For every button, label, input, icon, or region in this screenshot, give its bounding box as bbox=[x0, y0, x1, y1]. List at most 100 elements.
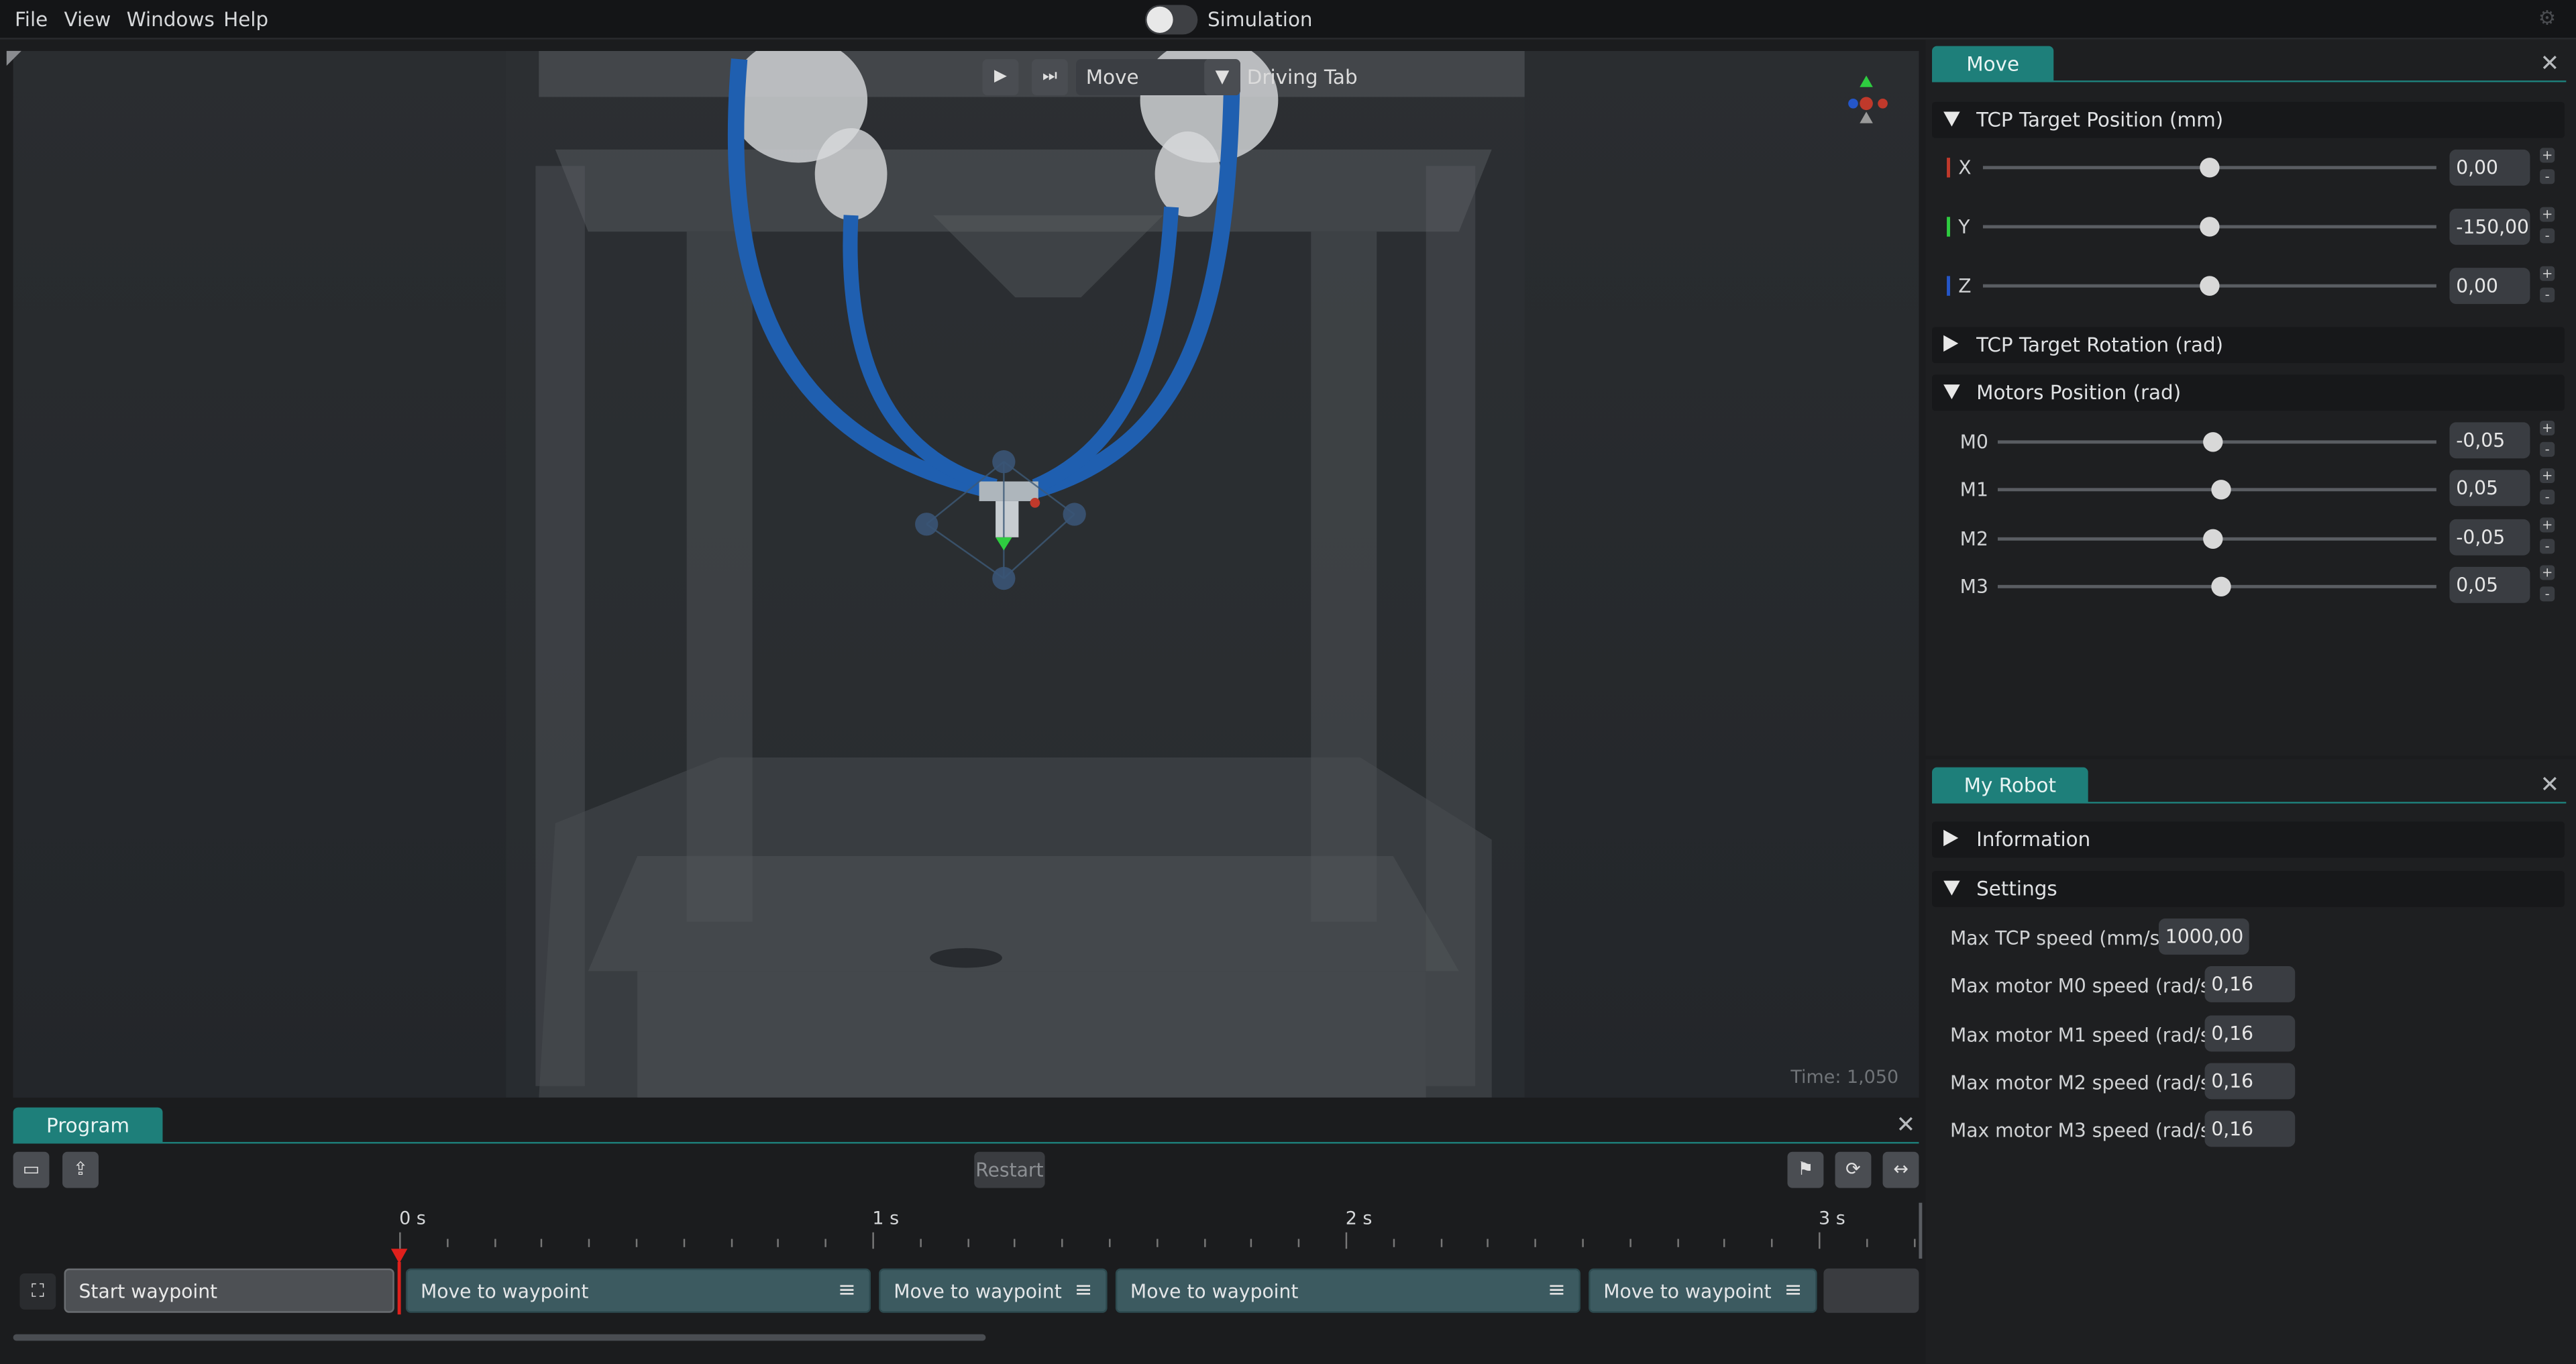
max-tcp-speed-field[interactable]: 1000,00 bbox=[2158, 918, 2249, 955]
max-m3-speed-field[interactable]: 0,16 bbox=[2204, 1110, 2296, 1147]
minor-tick bbox=[1250, 1239, 1253, 1247]
y-slider-knob[interactable] bbox=[2200, 217, 2220, 237]
minor-tick bbox=[1676, 1239, 1678, 1247]
3d-viewport[interactable] bbox=[13, 50, 1919, 1098]
m3-value-field[interactable]: 0,05 bbox=[2449, 566, 2530, 603]
folder-open-icon[interactable]: ▭ bbox=[13, 1151, 50, 1188]
z-decrement-button[interactable]: - bbox=[2540, 287, 2555, 303]
z-label: Z bbox=[1958, 274, 1972, 298]
close-icon[interactable]: ✕ bbox=[2540, 52, 2559, 75]
minor-tick bbox=[1393, 1239, 1395, 1247]
waypoint-move-3[interactable]: Move to waypoint bbox=[1115, 1268, 1580, 1313]
minor-tick bbox=[1629, 1239, 1631, 1247]
menu-windows[interactable]: Windows bbox=[127, 8, 215, 31]
menu-file[interactable]: File bbox=[15, 8, 48, 31]
close-icon[interactable]: ✕ bbox=[1896, 1114, 1915, 1137]
m0-decrement-button[interactable]: - bbox=[2540, 441, 2555, 457]
minor-tick bbox=[1203, 1239, 1205, 1247]
tab-move[interactable]: Move bbox=[1932, 46, 2054, 83]
m2-increment-button[interactable]: + bbox=[2540, 517, 2555, 533]
minor-tick bbox=[1723, 1239, 1726, 1247]
setting-label: Max motor M3 speed (rad/s): bbox=[1949, 1118, 2224, 1143]
waypoint-move-2[interactable]: Move to waypoint bbox=[879, 1268, 1108, 1313]
minor-tick bbox=[919, 1239, 922, 1247]
menu-icon[interactable]: ≡ bbox=[1548, 1278, 1566, 1303]
loop-icon[interactable]: ⟳ bbox=[1835, 1151, 1872, 1188]
menu-icon[interactable]: ≡ bbox=[1784, 1278, 1803, 1303]
waypoint-move-1[interactable]: Move to waypoint bbox=[405, 1268, 871, 1313]
max-m2-speed-field[interactable]: 0,16 bbox=[2204, 1063, 2296, 1100]
time-tick-label: 3 s bbox=[1819, 1208, 1845, 1229]
m2-label: M2 bbox=[1960, 527, 1988, 551]
minor-tick bbox=[1534, 1239, 1537, 1247]
menu-icon[interactable]: ≡ bbox=[838, 1278, 856, 1303]
playhead-line bbox=[397, 1261, 401, 1315]
minor-tick bbox=[777, 1239, 780, 1247]
m0-slider-knob[interactable] bbox=[2202, 432, 2223, 452]
waypoint-start[interactable]: Start waypoint bbox=[64, 1268, 394, 1313]
section-title: TCP Target Position (mm) bbox=[1976, 108, 2224, 132]
dropdown-caret-icon[interactable]: ▼ bbox=[1204, 59, 1240, 96]
x-slider-knob[interactable] bbox=[2200, 158, 2220, 178]
flag-icon[interactable]: ⚑ bbox=[1787, 1151, 1824, 1188]
tab-my-robot[interactable]: My Robot bbox=[1932, 767, 2088, 804]
minor-tick bbox=[1913, 1239, 1915, 1247]
minor-tick bbox=[635, 1239, 638, 1247]
gear-icon[interactable]: ⚙ bbox=[2538, 8, 2558, 28]
minor-tick bbox=[730, 1239, 733, 1247]
section-title: Motors Position (rad) bbox=[1976, 381, 2182, 405]
restart-button[interactable]: Restart bbox=[974, 1151, 1045, 1188]
time-tick-label: 1 s bbox=[872, 1208, 900, 1229]
m1-decrement-button[interactable]: - bbox=[2540, 489, 2555, 505]
minor-tick bbox=[446, 1239, 449, 1247]
upload-icon[interactable]: ⇪ bbox=[62, 1151, 99, 1188]
x-decrement-button[interactable]: - bbox=[2540, 169, 2555, 185]
step-forward-icon[interactable]: ⏭ bbox=[1031, 59, 1068, 96]
expand-icon[interactable]: ⛶ bbox=[19, 1273, 56, 1310]
major-tick bbox=[1819, 1232, 1821, 1249]
expanded-triangle-icon bbox=[1943, 384, 1960, 400]
minor-tick bbox=[683, 1239, 685, 1247]
setting-label: Max motor M2 speed (rad/s): bbox=[1949, 1071, 2224, 1095]
z-slider-knob[interactable] bbox=[2200, 276, 2220, 296]
x-label: X bbox=[1958, 156, 1972, 179]
section-title: Information bbox=[1976, 828, 2091, 851]
close-icon[interactable]: ✕ bbox=[2540, 774, 2559, 796]
minor-tick bbox=[1440, 1239, 1442, 1247]
max-m0-speed-field[interactable]: 0,16 bbox=[2204, 966, 2296, 1002]
y-increment-button[interactable]: + bbox=[2540, 207, 2555, 222]
m0-increment-button[interactable]: + bbox=[2540, 420, 2555, 435]
z-value-field[interactable]: 0,00 bbox=[2449, 268, 2530, 305]
max-m1-speed-field[interactable]: 0,16 bbox=[2204, 1015, 2296, 1052]
m1-value-field[interactable]: 0,05 bbox=[2449, 470, 2530, 507]
y-decrement-button[interactable]: - bbox=[2540, 228, 2555, 244]
m2-decrement-button[interactable]: - bbox=[2540, 539, 2555, 554]
m3-decrement-button[interactable]: - bbox=[2540, 586, 2555, 602]
major-tick bbox=[399, 1232, 401, 1249]
m2-value-field[interactable]: -0,05 bbox=[2449, 519, 2530, 556]
tab-program[interactable]: Program bbox=[13, 1107, 163, 1144]
m2-slider-knob[interactable] bbox=[2202, 529, 2223, 549]
menu-help[interactable]: Help bbox=[223, 8, 268, 31]
m1-increment-button[interactable]: + bbox=[2540, 468, 2555, 484]
m0-value-field[interactable]: -0,05 bbox=[2449, 422, 2530, 459]
x-value-field[interactable]: 0,00 bbox=[2449, 149, 2530, 186]
menu-view[interactable]: View bbox=[64, 8, 111, 31]
play-icon[interactable]: ▶ bbox=[982, 59, 1019, 96]
waypoint-label: Move to waypoint bbox=[420, 1279, 589, 1304]
y-value-field[interactable]: -150,00 bbox=[2449, 209, 2530, 245]
time-tick-label: 0 s bbox=[399, 1208, 426, 1229]
x-increment-button[interactable]: + bbox=[2540, 148, 2555, 163]
m3-increment-button[interactable]: + bbox=[2540, 565, 2555, 580]
timeline-scrollbar[interactable] bbox=[13, 1334, 986, 1341]
minor-tick bbox=[1866, 1239, 1868, 1247]
z-increment-button[interactable]: + bbox=[2540, 266, 2555, 281]
waypoint-move-4[interactable]: Move to waypoint bbox=[1589, 1268, 1817, 1313]
fit-width-icon[interactable]: ↔ bbox=[1882, 1151, 1919, 1188]
robot-scene bbox=[13, 50, 1919, 1098]
waypoint-label: Move to waypoint bbox=[1130, 1279, 1299, 1304]
m0-label: M0 bbox=[1960, 430, 1988, 454]
minor-tick bbox=[824, 1239, 827, 1247]
waypoint-partial[interactable] bbox=[1823, 1268, 1919, 1313]
menu-icon[interactable]: ≡ bbox=[1075, 1278, 1093, 1303]
